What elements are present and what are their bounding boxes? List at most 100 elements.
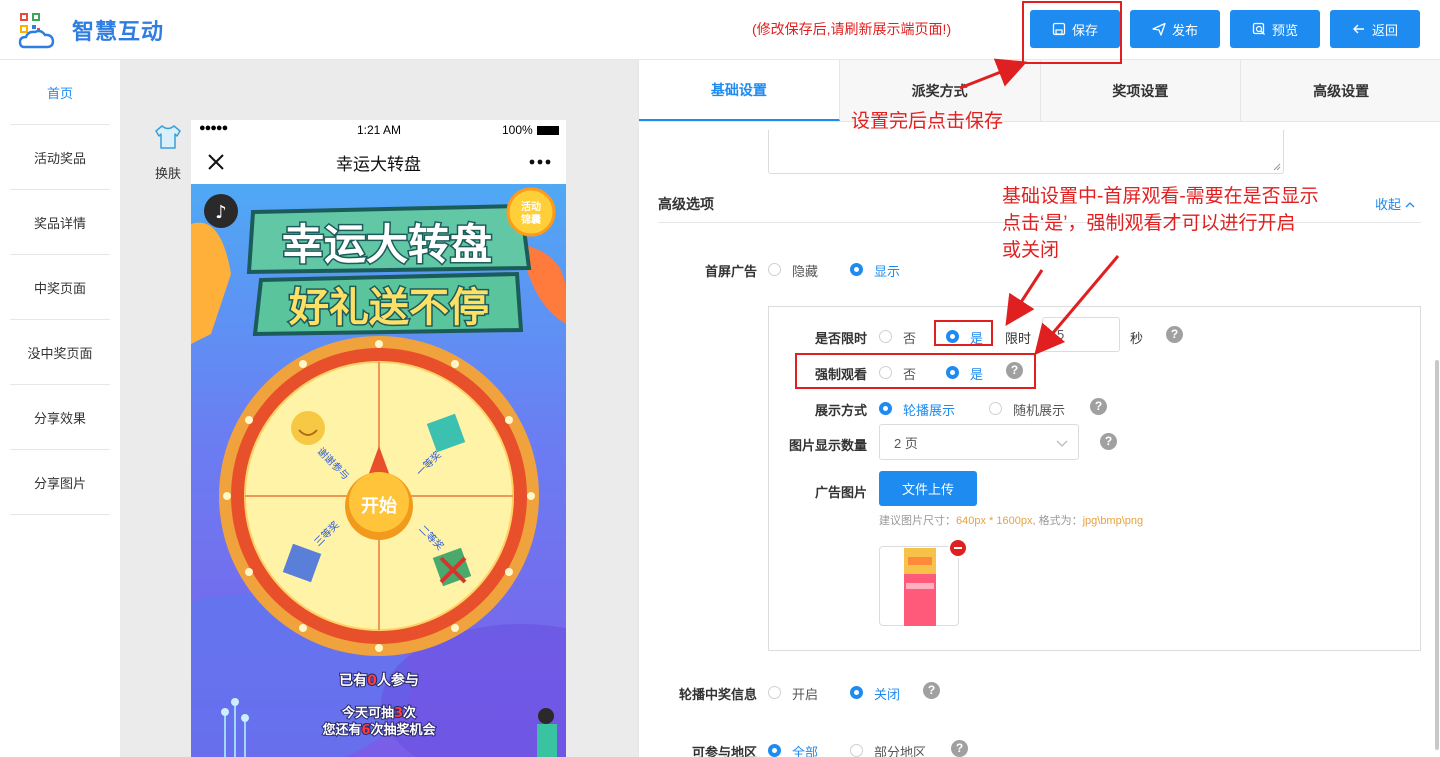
ad-image-thumbnail [879, 546, 959, 626]
winner-scroll-label: 轮播中奖信息 [678, 687, 757, 702]
limit-time-label: 限时 [1005, 331, 1032, 346]
image-count-select[interactable]: 2 页 [879, 424, 1079, 460]
ad-image-preview [904, 548, 936, 626]
battery-text: 100% [502, 123, 533, 137]
chevron-up-icon [1405, 202, 1415, 208]
description-textarea[interactable] [768, 130, 1284, 174]
chevron-down-icon [1056, 440, 1068, 447]
region-help-icon[interactable]: ? [951, 740, 968, 757]
display-mode-random-radio[interactable] [989, 402, 1002, 415]
splash-ad-show-radio[interactable] [850, 263, 863, 276]
splash-ad-hide-radio[interactable] [768, 263, 781, 276]
status-time: 1:21 AM [357, 123, 402, 137]
time-limit-no-label: 否 [903, 331, 917, 346]
save-instruction: 设置完后点击保存 [851, 111, 1004, 132]
send-icon [1152, 22, 1166, 36]
display-mode-help-icon[interactable]: ? [1090, 398, 1107, 415]
region-all-label: 全部 [792, 745, 819, 757]
settings-tabs: 基础设置 派奖方式 奖项设置 高级设置 [639, 60, 1440, 122]
region-partial-radio[interactable] [850, 744, 863, 757]
winner-scroll-on-radio[interactable] [768, 686, 781, 699]
region-partial-label: 部分地区 [874, 745, 927, 757]
upload-hint: 建议图片尺寸：640px * 1600px, 格式为：jpg\bmp\png [879, 515, 1144, 527]
save-notice: (修改保存后,请刷新展示端页面!) [752, 21, 952, 37]
collapse-label: 收起 [1375, 197, 1402, 212]
tab-advanced-settings[interactable]: 高级设置 [1241, 60, 1440, 121]
image-count-label: 图片显示数量 [788, 438, 867, 453]
sidebar-item-home[interactable]: 首页 [10, 60, 110, 125]
advanced-options-title: 高级选项 [658, 196, 714, 212]
remove-image-button[interactable] [948, 538, 968, 558]
today-draws-text: 今天可抽3次 [341, 705, 416, 721]
tshirt-icon [155, 125, 181, 149]
top-header: 智慧互动 (修改保存后,请刷新展示端页面!) 保存 发布 预览 返回 [0, 0, 1440, 60]
arrow-left-icon [1352, 24, 1364, 34]
ad-image-label: 广告图片 [814, 485, 867, 500]
splash-ad-show-label: 显示 [874, 264, 901, 279]
remaining-draws-text: 您还有6次抽奖机会 [322, 722, 436, 738]
time-limit-no-radio[interactable] [879, 330, 892, 343]
splash-ad-label: 首屏广告 [704, 264, 757, 279]
winner-scroll-on-label: 开启 [792, 687, 819, 702]
display-mode-carousel-label: 轮播展示 [903, 403, 956, 418]
publish-button-label: 发布 [1171, 22, 1198, 38]
sidebar-item-share-effect[interactable]: 分享效果 [10, 385, 110, 450]
time-limit-seconds-input[interactable]: 5 [1042, 317, 1120, 352]
collapse-toggle[interactable]: 收起 [1375, 194, 1415, 213]
phone-nav-bar: 幸运大转盘 [191, 140, 566, 184]
more-icon[interactable] [529, 159, 551, 165]
seconds-unit-label: 秒 [1130, 331, 1144, 346]
skin-button[interactable]: 换肤 [152, 124, 184, 182]
winner-scroll-help-icon[interactable]: ? [923, 682, 940, 699]
splash-ad-hide-label: 隐藏 [792, 264, 819, 279]
display-mode-random-label: 随机展示 [1013, 403, 1066, 418]
force-watch-instruction: 基础设置中-首屏观看-需要在是否显示 点击‘是’，强制观看才可以进行开启 或关闭 [1002, 186, 1319, 261]
sidebar-item-prize-details[interactable]: 奖品详情 [10, 190, 110, 255]
publish-button[interactable]: 发布 [1130, 10, 1220, 48]
region-label: 可参与地区 [691, 745, 757, 757]
force-watch-highlight [795, 353, 1036, 389]
file-upload-button[interactable]: 文件上传 [879, 471, 977, 506]
preview-button[interactable]: 预览 [1230, 10, 1320, 48]
display-mode-carousel-radio[interactable] [879, 402, 892, 415]
back-button[interactable]: 返回 [1330, 10, 1420, 48]
time-limit-label: 是否限时 [814, 331, 867, 346]
skin-label: 换肤 [154, 166, 181, 181]
sidebar-item-prizes[interactable]: 活动奖品 [10, 125, 110, 190]
participants-text: 已有0人参与 [339, 672, 419, 689]
winner-scroll-off-radio[interactable] [850, 686, 863, 699]
brand-name: 智慧互动 [72, 19, 165, 44]
sidebar: 首页 活动奖品 奖品详情 中奖页面 没中奖页面 分享效果 分享图片 [0, 60, 120, 757]
phone-nav-title: 幸运大转盘 [336, 154, 421, 174]
badge-line1: 活动 [521, 200, 541, 213]
status-bar: ●●●●● 1:21 AM 100% [191, 120, 566, 140]
sidebar-item-lose-page[interactable]: 没中奖页面 [10, 320, 110, 385]
game-title-line2: 好礼送不停 [288, 285, 489, 331]
sidebar-item-share-image[interactable]: 分享图片 [10, 450, 110, 515]
back-button-label: 返回 [1371, 22, 1398, 38]
winner-scroll-off-label: 关闭 [874, 687, 901, 702]
image-count-help-icon[interactable]: ? [1100, 433, 1117, 450]
start-button: 开始 [361, 495, 397, 517]
badge-line2: 锦囊 [521, 213, 542, 226]
sidebar-item-win-page[interactable]: 中奖页面 [10, 255, 110, 320]
game-artwork: 幸运大转盘 好礼送不停 ♪ 活动 锦囊 谢谢参与 一等奖 二等奖 三等奖 开始 … [191, 187, 566, 757]
settings-panel: 基础设置 派奖方式 奖项设置 高级设置 高级选项 收起 首屏广告 隐藏 显示 是… [638, 60, 1440, 757]
preview-button-label: 预览 [1271, 22, 1298, 38]
preview-icon [1252, 22, 1265, 35]
panel-scrollbar[interactable] [1435, 360, 1439, 750]
display-mode-label: 展示方式 [814, 403, 867, 418]
battery-icon [537, 126, 559, 135]
music-note: ♪ [215, 202, 227, 223]
game-canvas: 幸运大转盘 好礼送不停 ♪ 活动 锦囊 谢谢参与 一等奖 二等奖 三等奖 开始 … [191, 184, 566, 757]
region-all-radio[interactable] [768, 744, 781, 757]
tab-basic-settings[interactable]: 基础设置 [639, 60, 840, 121]
phone-frame: ●●●●● 1:21 AM 100% 幸运大转盘 幸运大转盘 好礼送不停 ♪ 活… [191, 120, 566, 757]
tab-prize-settings[interactable]: 奖项设置 [1041, 60, 1242, 121]
signal-dots: ●●●●● [199, 122, 228, 134]
save-highlight-box [1022, 1, 1122, 64]
logo-icon [18, 13, 55, 49]
time-limit-help-icon[interactable]: ? [1166, 326, 1183, 343]
resize-handle-icon[interactable] [1273, 163, 1281, 171]
close-icon[interactable] [207, 153, 225, 171]
